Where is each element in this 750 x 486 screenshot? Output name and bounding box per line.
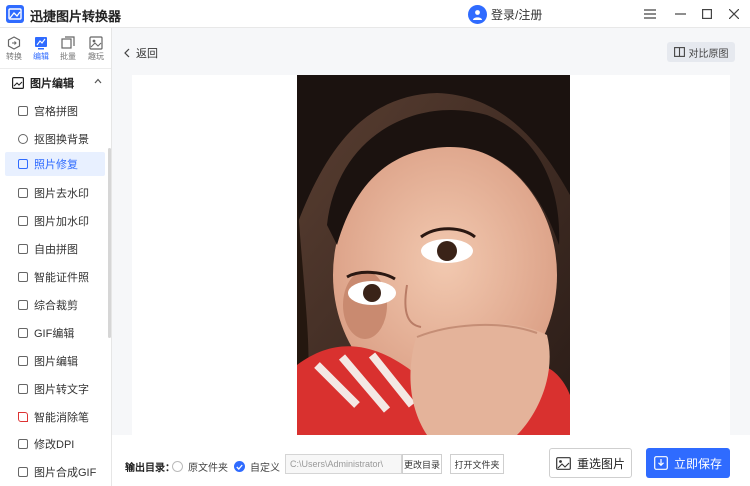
sidebar-item-label: 自由拼图 <box>34 244 78 256</box>
mode-batch[interactable]: 批量 <box>55 34 81 64</box>
divider <box>0 68 111 69</box>
output-path-field[interactable]: C:\Users\Administrator\ <box>285 454 402 474</box>
repaired-photo <box>297 75 570 435</box>
title-bar: 迅捷图片转换器 登录/注册 <box>0 0 750 28</box>
sidebar-item-photo-repair[interactable]: 照片修复 <box>5 152 105 176</box>
mode-label: 趣玩 <box>88 52 104 61</box>
id-photo-icon <box>18 272 28 282</box>
download-icon <box>654 456 668 470</box>
compare-original-button[interactable]: 对比原图 <box>667 42 735 62</box>
sidebar-item-label: 智能消除笔 <box>34 412 89 424</box>
free-collage-icon <box>18 244 28 254</box>
user-avatar-icon <box>468 4 487 24</box>
minimize-icon[interactable] <box>670 4 690 24</box>
sidebar-item-add-watermark[interactable]: 图片加水印 <box>5 209 105 233</box>
reselect-label: 重选图片 <box>576 456 625 471</box>
sidebar-item-remove-watermark[interactable]: 图片去水印 <box>5 181 105 205</box>
sidebar-item-label: 照片修复 <box>34 159 78 171</box>
main-panel: 返回 对比原图 输出目录： 原文件夹 自定义 C:\Users\Administ… <box>112 28 750 486</box>
radio-checked-icon <box>234 461 245 472</box>
mode-label: 批量 <box>60 52 76 61</box>
gif-icon <box>18 328 28 338</box>
reselect-image-button[interactable]: 重选图片 <box>549 448 632 478</box>
fun-icon <box>89 36 103 50</box>
sidebar-item-id-photo[interactable]: 智能证件照 <box>5 265 105 289</box>
sidebar-item-label: 抠图换背景 <box>34 134 89 146</box>
sidebar-item-label: 智能证件照 <box>34 272 89 284</box>
mode-convert[interactable]: 转换 <box>1 34 27 64</box>
mode-switcher: 转换 编辑 批量 趣玩 <box>0 34 112 66</box>
sidebar-item-crop[interactable]: 综合裁剪 <box>5 293 105 317</box>
sidebar-item-label: 修改DPI <box>34 439 75 451</box>
mode-label: 编辑 <box>33 52 49 61</box>
close-icon[interactable] <box>724 4 744 24</box>
back-label: 返回 <box>136 48 158 60</box>
sidebar-item-label: 综合裁剪 <box>34 300 78 312</box>
radio-off-icon <box>172 461 183 472</box>
sidebar-item-label: 图片加水印 <box>34 216 89 228</box>
sidebar-item-make-gif[interactable]: 图片合成GIF <box>5 460 105 484</box>
image-preview-canvas <box>132 75 730 435</box>
cutout-icon <box>18 134 28 144</box>
save-now-button[interactable]: 立即保存 <box>646 448 730 478</box>
sidebar: 转换 编辑 批量 趣玩 图片编辑 宫格拼图 抠图换背景 照片修复 图片去水印 图… <box>0 28 112 486</box>
sidebar-item-label: 图片编辑 <box>34 356 78 368</box>
radio-original-folder[interactable]: 原文件夹 <box>172 459 228 474</box>
sidebar-item-label: 宫格拼图 <box>34 106 78 118</box>
app-title: 迅捷图片转换器 <box>30 9 122 24</box>
maximize-icon[interactable] <box>697 4 717 24</box>
sidebar-item-label: 图片去水印 <box>34 188 89 200</box>
compare-icon <box>673 47 685 57</box>
mode-label: 转换 <box>6 52 22 61</box>
sidebar-item-free-collage[interactable]: 自由拼图 <box>5 237 105 261</box>
image-icon <box>556 456 571 470</box>
radio-label: 自定义 <box>250 463 280 474</box>
sidebar-item-image-edit[interactable]: 图片编辑 <box>5 349 105 373</box>
sidebar-item-cutout[interactable]: 抠图换背景 <box>5 127 105 151</box>
eraser-icon <box>18 412 28 422</box>
radio-label: 原文件夹 <box>188 463 228 474</box>
ocr-icon <box>18 384 28 394</box>
photo-repair-icon <box>18 159 28 169</box>
grid-icon <box>18 106 28 116</box>
open-folder-button[interactable]: 打开文件夹 <box>450 454 504 474</box>
chevron-left-icon <box>124 48 130 58</box>
sidebar-item-dpi[interactable]: 修改DPI <box>5 432 105 456</box>
app-logo-icon <box>6 5 24 23</box>
menu-icon[interactable] <box>640 4 660 24</box>
mode-edit[interactable]: 编辑 <box>28 34 54 64</box>
output-bar: 输出目录： 原文件夹 自定义 C:\Users\Administrator\ 更… <box>112 435 750 486</box>
batch-icon <box>61 36 75 49</box>
compare-label: 对比原图 <box>688 48 729 60</box>
sidebar-item-ocr[interactable]: 图片转文字 <box>5 377 105 401</box>
group-label: 图片编辑 <box>30 78 74 90</box>
add-watermark-icon <box>18 216 28 226</box>
back-button[interactable]: 返回 <box>124 45 158 61</box>
image-edit-group-icon <box>12 77 24 89</box>
dpi-icon <box>18 439 28 449</box>
save-label: 立即保存 <box>673 456 722 471</box>
sidebar-scrollbar[interactable] <box>108 148 111 338</box>
group-image-edit[interactable]: 图片编辑 <box>12 76 106 90</box>
edit-icon <box>35 37 47 50</box>
sidebar-item-eraser[interactable]: 智能消除笔 <box>5 405 105 429</box>
sidebar-item-grid-collage[interactable]: 宫格拼图 <box>5 99 105 123</box>
login-button[interactable]: 登录/注册 <box>468 4 542 24</box>
convert-icon <box>7 36 21 50</box>
change-dir-button[interactable]: 更改目录 <box>402 454 442 474</box>
make-gif-icon <box>18 467 28 477</box>
sidebar-item-label: GIF编辑 <box>34 328 75 340</box>
mode-fun[interactable]: 趣玩 <box>83 34 109 64</box>
radio-custom-folder[interactable]: 自定义 <box>234 459 280 474</box>
login-label: 登录/注册 <box>491 7 543 22</box>
remove-watermark-icon <box>18 188 28 198</box>
sidebar-item-gif-edit[interactable]: GIF编辑 <box>5 321 105 345</box>
sidebar-item-label: 图片合成GIF <box>34 467 97 479</box>
output-dir-label: 输出目录： <box>125 463 175 474</box>
sidebar-item-label: 图片转文字 <box>34 384 89 396</box>
image-edit-icon <box>18 356 28 366</box>
crop-icon <box>18 300 28 310</box>
chevron-up-icon <box>94 76 102 86</box>
